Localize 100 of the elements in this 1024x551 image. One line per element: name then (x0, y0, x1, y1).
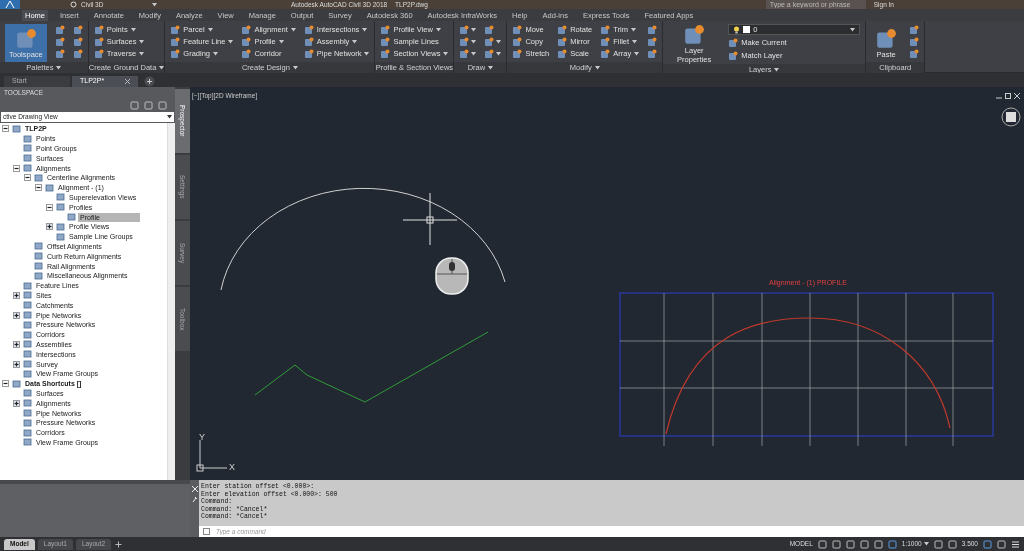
ucs-axis-icon (196, 439, 228, 472)
tree-node-icon (23, 330, 32, 339)
tree-node-icon (23, 369, 32, 378)
tool-icon (241, 49, 252, 59)
ribbon-icon-button[interactable] (459, 24, 477, 36)
tree-node-icon (23, 438, 32, 447)
tool-icon (93, 25, 104, 35)
caret-icon (496, 52, 502, 56)
collapse-icon[interactable] (46, 203, 53, 211)
tool-icon (647, 49, 658, 59)
ribbon-icon-button[interactable] (72, 24, 83, 36)
close-icon[interactable] (125, 79, 130, 84)
tool-icon (683, 24, 706, 46)
tool-icon (909, 37, 920, 47)
tool-icon (303, 37, 314, 47)
ribbon-icon-button[interactable] (484, 48, 502, 60)
tree-node-icon (12, 379, 21, 388)
caret-icon (632, 40, 638, 44)
tree-node-icon (23, 350, 32, 359)
tree-node-icon (34, 262, 43, 271)
caret-icon (352, 40, 358, 44)
collapse-icon[interactable] (35, 184, 42, 192)
menu-icon[interactable] (1011, 539, 1020, 549)
tool-icon (459, 25, 470, 35)
expand-icon[interactable] (46, 223, 53, 231)
caret-icon (278, 40, 284, 44)
tool-icon (72, 25, 83, 35)
tree-node-icon (23, 340, 32, 349)
lightbulb-icon (733, 25, 741, 34)
tool-icon (557, 25, 568, 35)
ribbon-icon-button[interactable] (647, 36, 658, 48)
collapse-icon[interactable] (13, 164, 20, 172)
ribbon-icon-button[interactable] (459, 48, 477, 60)
caret-icon (471, 52, 477, 56)
tool-icon (557, 49, 568, 59)
tree-node-icon (34, 242, 43, 251)
tool-icon (303, 49, 314, 59)
ribbon-icon-button[interactable] (647, 48, 658, 60)
ribbon-icon-button[interactable] (484, 36, 502, 48)
tree-node-icon (23, 301, 32, 310)
viewcube-icon[interactable] (1001, 107, 1021, 127)
tree-node-icon (45, 183, 54, 192)
tool-icon (54, 49, 65, 59)
tree-node-icon (34, 271, 43, 280)
caret-icon (594, 65, 600, 70)
caret-icon (130, 28, 136, 32)
tree-node-icon (23, 291, 32, 300)
tool-icon (728, 51, 739, 61)
collapse-icon[interactable] (2, 380, 9, 388)
caret-icon (152, 2, 157, 7)
collapse-icon[interactable] (24, 174, 31, 182)
app-logo-icon[interactable] (0, 0, 20, 9)
caret-icon (228, 40, 234, 44)
caret-icon (634, 52, 640, 56)
maximize-icon[interactable] (1005, 93, 1011, 99)
ribbon-icon-button[interactable] (54, 24, 65, 36)
ribbon-icon-button[interactable] (647, 24, 658, 36)
tool-icon (600, 37, 611, 47)
tool-icon (241, 37, 252, 47)
tool-icon (72, 37, 83, 47)
caret-icon (207, 28, 213, 32)
tool-icon (380, 37, 391, 47)
tree-node-icon (56, 203, 65, 212)
close-icon[interactable] (1014, 93, 1020, 99)
caret-icon (159, 65, 165, 70)
tree-node-icon (23, 144, 32, 153)
ribbon-icon-button[interactable] (72, 36, 83, 48)
tool-icon (484, 49, 495, 59)
tool-icon (380, 25, 391, 35)
tree-node-icon (23, 399, 32, 408)
tree-node-icon (23, 320, 32, 329)
caret-icon (292, 65, 298, 70)
gear-icon (70, 1, 77, 8)
expand-icon[interactable] (13, 360, 20, 368)
expand-icon[interactable] (13, 340, 20, 348)
collapse-icon[interactable] (2, 125, 9, 133)
caret-icon (488, 65, 494, 70)
caret-icon (139, 40, 145, 44)
ribbon-icon-button[interactable] (909, 36, 920, 48)
ribbon-icon-button[interactable] (459, 36, 477, 48)
caret-icon (631, 28, 636, 32)
ribbon-icon-button[interactable] (909, 48, 920, 60)
expand-icon[interactable] (13, 311, 20, 319)
caret-icon (443, 52, 449, 56)
tool-icon (93, 49, 104, 59)
scrollbar[interactable] (167, 123, 175, 480)
expand-icon[interactable] (13, 291, 20, 299)
wrench-icon[interactable] (191, 496, 198, 503)
ribbon-icon-button[interactable] (54, 36, 65, 48)
ribbon-icon-button[interactable] (72, 48, 83, 60)
tool-icon (170, 25, 181, 35)
tree-node-icon (23, 311, 32, 320)
tool-icon (459, 49, 470, 59)
ribbon-icon-button[interactable] (54, 48, 65, 60)
tree-node-icon (23, 428, 32, 437)
ribbon-icon-button[interactable] (909, 24, 920, 36)
tool-icon (875, 27, 898, 50)
tool-icon (54, 37, 65, 47)
tree-node-icon (23, 281, 32, 290)
expand-icon[interactable] (13, 399, 20, 407)
